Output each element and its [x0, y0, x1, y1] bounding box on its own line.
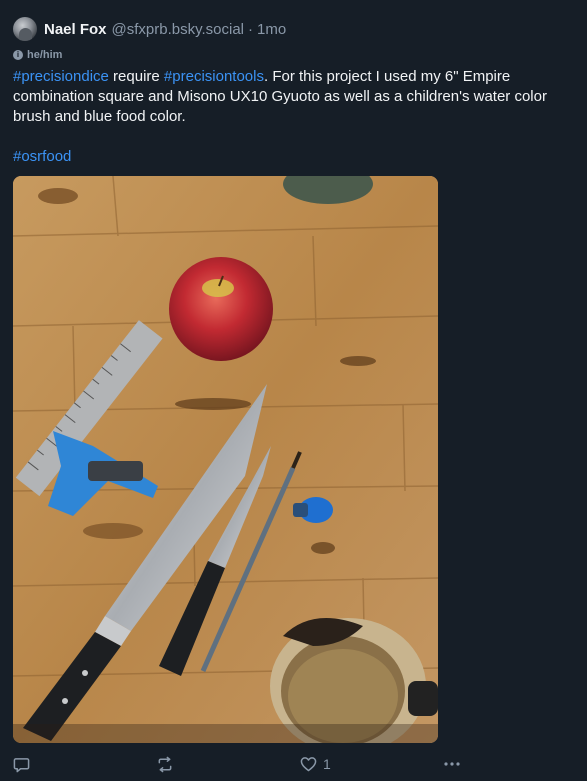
- post-image[interactable]: [13, 176, 438, 743]
- repost-icon: [158, 756, 172, 772]
- display-name[interactable]: Nael Fox: [44, 21, 107, 38]
- more-icon: [444, 762, 460, 766]
- like-count: 1: [323, 756, 331, 772]
- photo-illustration: [13, 176, 438, 743]
- avatar[interactable]: [13, 17, 37, 41]
- post-text-segment: require: [108, 68, 164, 85]
- pronouns-row: i he/him: [13, 47, 573, 63]
- author-handle[interactable]: @sfxprb.bsky.social: [112, 21, 245, 38]
- heart-icon: [300, 757, 317, 772]
- more-options-button[interactable]: [443, 761, 461, 767]
- post-text: #precisiondice require #precisiontools. …: [13, 67, 553, 167]
- separator-dot: ·: [248, 20, 254, 38]
- post-actions: 1: [13, 754, 473, 774]
- reply-button[interactable]: [13, 756, 30, 773]
- hashtag-osrfood[interactable]: #osrfood: [13, 148, 71, 165]
- pronouns-label: he/him: [27, 49, 63, 61]
- info-icon: i: [13, 50, 23, 60]
- hashtag-precisiontools[interactable]: #precisiontools: [164, 68, 264, 85]
- tags-line: #osrfood: [13, 147, 553, 167]
- reply-icon: [13, 757, 30, 772]
- like-button[interactable]: 1: [300, 756, 331, 772]
- post: Nael Fox @sfxprb.bsky.social · 1mo i he/…: [0, 0, 587, 781]
- repost-button[interactable]: [156, 756, 174, 773]
- post-header: Nael Fox @sfxprb.bsky.social · 1mo: [13, 16, 573, 42]
- hashtag-precisiondice[interactable]: #precisiondice: [13, 68, 109, 85]
- post-timestamp[interactable]: 1mo: [257, 21, 286, 38]
